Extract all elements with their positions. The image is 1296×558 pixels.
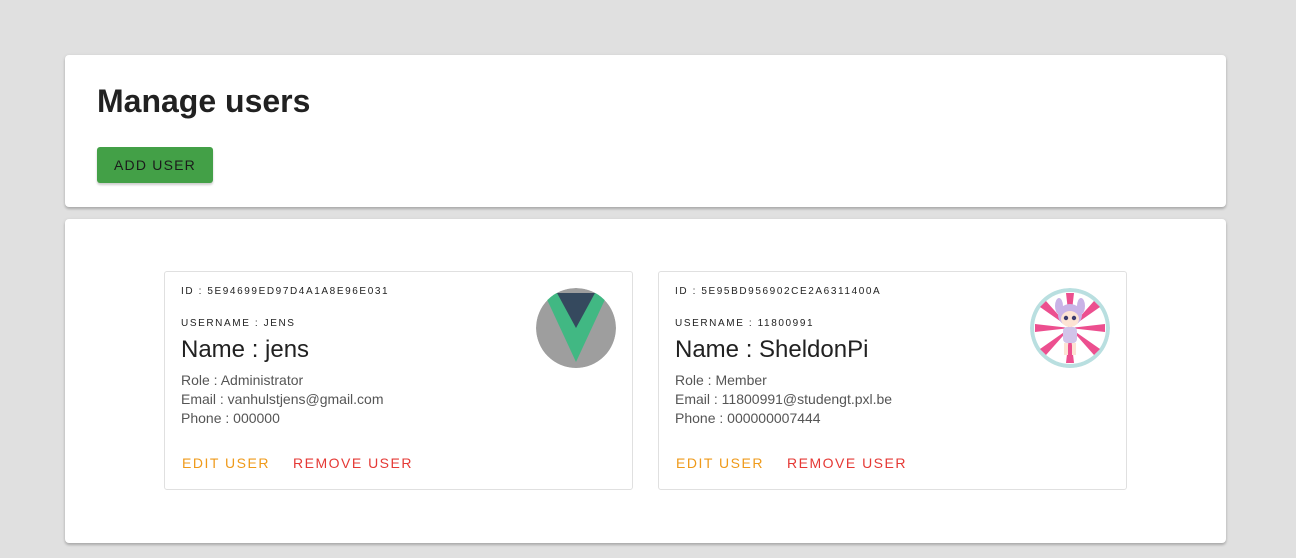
user-username: USERNAME : JENS — [181, 318, 296, 329]
user-email: Email : vanhulstjens@gmail.com — [181, 391, 384, 407]
user-email: Email : 11800991@studengt.pxl.be — [675, 391, 893, 407]
user-phone: Phone : 000000 — [181, 410, 280, 426]
doll-avatar — [1030, 288, 1110, 368]
remove-user-button[interactable]: REMOVE USER — [787, 452, 907, 474]
remove-user-button[interactable]: REMOVE USER — [293, 452, 413, 474]
header-panel: Manage users ADD USER — [65, 55, 1226, 207]
user-role: Role : Member — [675, 372, 767, 388]
page-title: Manage users — [97, 83, 311, 119]
vue-logo-avatar — [536, 288, 616, 368]
user-id: ID : 5E95BD956902CE2A6311400A — [675, 286, 882, 297]
user-phone: Phone : 000000007444 — [675, 410, 821, 426]
edit-user-button[interactable]: EDIT USER — [676, 452, 764, 474]
user-role: Role : Administrator — [181, 372, 304, 388]
user-card: ID : 5E94699ED97D4A1A8E96E031 USERNAME :… — [164, 271, 633, 490]
user-card: ID : 5E95BD956902CE2A6311400A USERNAME :… — [658, 271, 1127, 490]
user-name: Name : jens — [181, 336, 310, 363]
users-panel: ID : 5E94699ED97D4A1A8E96E031 USERNAME :… — [65, 219, 1226, 543]
user-id: ID : 5E94699ED97D4A1A8E96E031 — [181, 286, 390, 297]
add-user-button[interactable]: ADD USER — [97, 147, 213, 183]
user-username: USERNAME : 11800991 — [675, 318, 815, 329]
user-name: Name : SheldonPi — [675, 336, 869, 363]
edit-user-button[interactable]: EDIT USER — [182, 452, 270, 474]
